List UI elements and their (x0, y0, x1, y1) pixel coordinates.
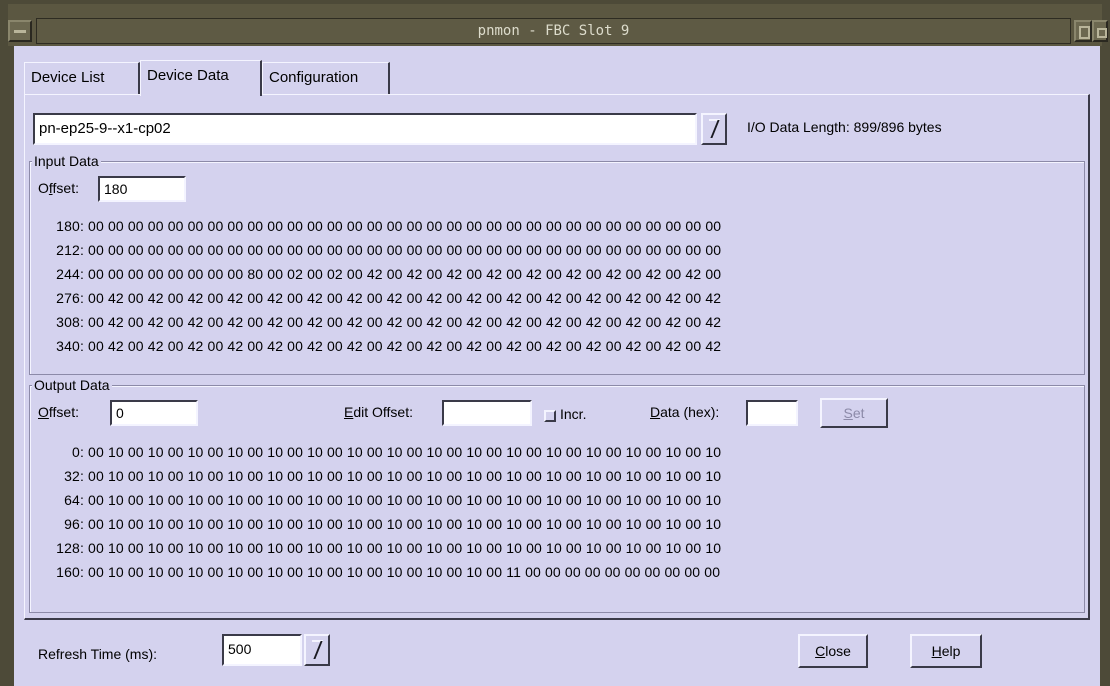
maximize-button[interactable] (1092, 20, 1108, 42)
input-data-group: Input Data Offset: 180 180: 00 00 00 00 … (29, 152, 1085, 375)
input-offset-field[interactable]: 180 (98, 176, 186, 202)
output-row: 32: 00 10 00 10 00 10 00 10 00 10 00 10 … (64, 468, 722, 484)
input-row: 244: 00 00 00 00 00 00 00 00 80 00 02 00… (56, 266, 722, 282)
window-title: pnmon - FBC Slot 9 (36, 18, 1071, 44)
data-hex-label: Data (hex): (650, 404, 720, 420)
help-button[interactable]: Help (910, 634, 982, 668)
device-dropdown-button[interactable] (701, 113, 727, 145)
input-row: 276: 00 42 00 42 00 42 00 42 00 42 00 42… (56, 290, 722, 306)
output-row: 128: 00 10 00 10 00 10 00 10 00 10 00 10… (56, 540, 722, 556)
output-offset-field[interactable]: 0 (110, 400, 198, 426)
device-data-panel: pn-ep25-9--x1-cp02 I/O Data Length: 899/… (24, 94, 1090, 620)
incr-checkbox[interactable] (544, 410, 556, 422)
input-row: 180: 00 00 00 00 00 00 00 00 00 00 00 00… (56, 218, 722, 234)
edit-offset-field[interactable] (442, 400, 532, 426)
input-row: 340: 00 42 00 42 00 42 00 42 00 42 00 42… (56, 338, 722, 354)
incr-label: Incr. (560, 406, 587, 422)
input-row: 212: 00 00 00 00 00 00 00 00 00 00 00 00… (56, 242, 722, 258)
input-data-title: Input Data (32, 152, 101, 170)
output-data-title: Output Data (32, 376, 112, 394)
minimize-button[interactable] (1074, 20, 1092, 42)
application-window: pnmon - FBC Slot 9 Device List Device Da… (0, 0, 1110, 686)
input-offset-label: Offset: (38, 180, 79, 196)
input-row: 308: 00 42 00 42 00 42 00 42 00 42 00 42… (56, 314, 722, 330)
dialog-body: Device List Device Data Configuration pn… (14, 46, 1100, 686)
refresh-time-dropdown-button[interactable] (304, 634, 330, 666)
set-button[interactable]: Set (820, 398, 888, 428)
close-button[interactable]: Close (798, 634, 868, 668)
edit-offset-label: Edit Offset: (344, 404, 414, 420)
output-offset-label: Offset: (38, 404, 79, 420)
output-data-group: Output Data Offset: 0 Edit Offset: Incr.… (29, 376, 1085, 613)
window-menu-button[interactable] (8, 20, 32, 42)
output-row: 64: 00 10 00 10 00 10 00 10 00 10 00 10 … (64, 492, 722, 508)
output-row: 0: 00 10 00 10 00 10 00 10 00 10 00 10 0… (72, 444, 722, 460)
tab-device-data[interactable]: Device Data (140, 60, 262, 96)
tab-configuration[interactable]: Configuration (262, 62, 390, 94)
output-row: 160: 00 10 00 10 00 10 00 10 00 10 00 10… (56, 564, 721, 580)
output-row: 96: 00 10 00 10 00 10 00 10 00 10 00 10 … (64, 516, 722, 532)
device-select-field[interactable]: pn-ep25-9--x1-cp02 (33, 113, 697, 145)
refresh-time-label: Refresh Time (ms): (38, 646, 158, 662)
refresh-time-field[interactable]: 500 (222, 634, 302, 666)
title-bar[interactable]: pnmon - FBC Slot 9 (8, 4, 1108, 46)
io-data-length: I/O Data Length: 899/896 bytes (747, 119, 942, 135)
tab-device-list[interactable]: Device List (24, 62, 140, 94)
data-hex-field[interactable] (746, 400, 798, 426)
